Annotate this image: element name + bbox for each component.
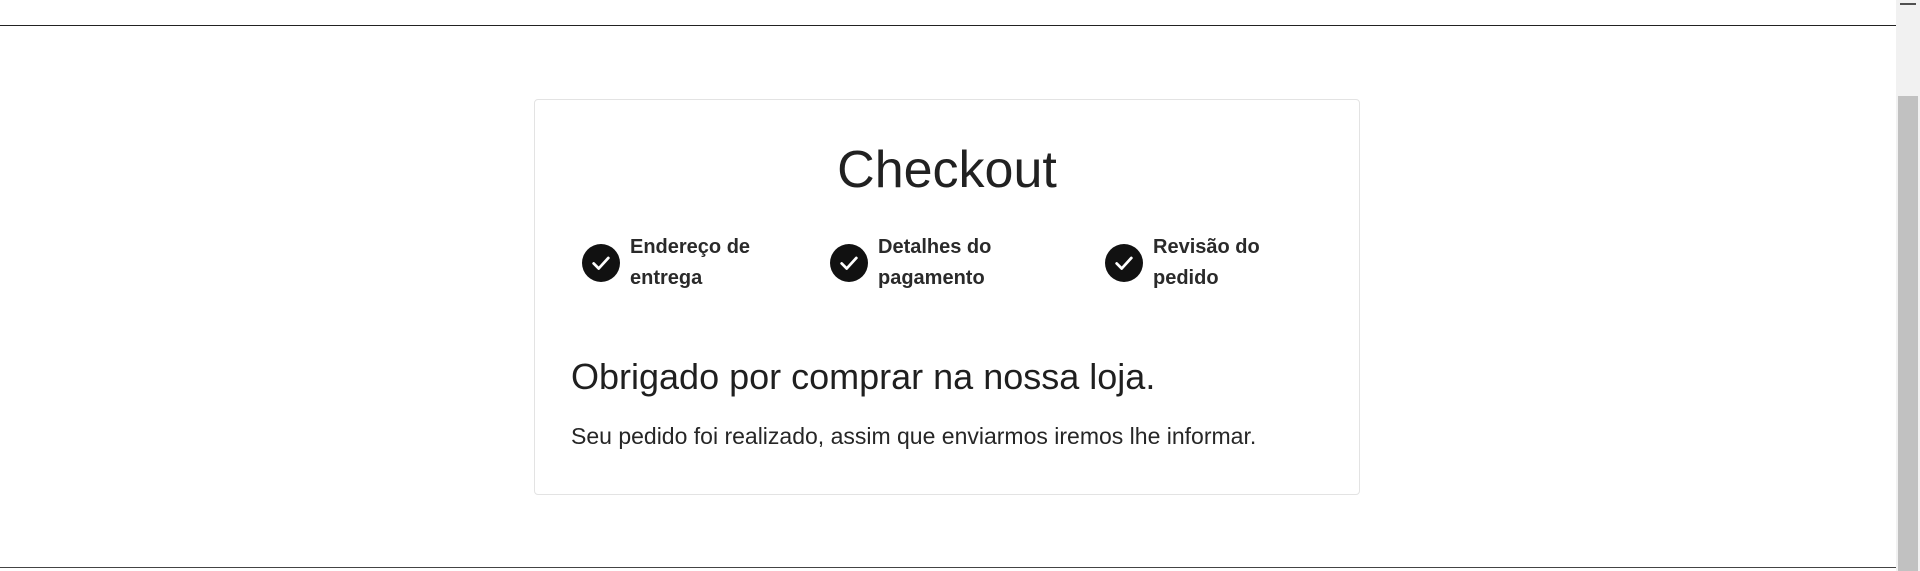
scrollbar-thumb[interactable] [1898, 96, 1918, 571]
confirmation-message: Seu pedido foi realizado, assim que envi… [571, 423, 1257, 449]
checkout-stepper: Endereço de entrega Detalhes do pagament… [582, 232, 1322, 302]
check-circle-icon [1105, 244, 1143, 282]
check-circle-icon [582, 244, 620, 282]
checkout-card: Checkout Endereço de entrega Detalhes do… [534, 99, 1360, 495]
step-label: Revisão do pedido [1153, 236, 1260, 289]
header-divider [0, 25, 1896, 26]
scroll-up-arrow-icon[interactable] [1900, 0, 1916, 5]
step-payment-details: Detalhes do pagamento [830, 232, 1043, 294]
vertical-scrollbar[interactable] [1896, 0, 1920, 571]
step-order-review: Revisão do pedido [1105, 232, 1318, 294]
confirmation-heading: Obrigado por comprar na nossa loja. [571, 356, 1156, 397]
page-viewport: Checkout Endereço de entrega Detalhes do… [0, 0, 1920, 571]
step-shipping-address: Endereço de entrega [582, 232, 795, 294]
step-label: Detalhes do pagamento [878, 236, 992, 289]
check-circle-icon [830, 244, 868, 282]
footer-divider [0, 567, 1896, 568]
page-title: Checkout [837, 141, 1057, 199]
step-label: Endereço de entrega [630, 236, 751, 289]
